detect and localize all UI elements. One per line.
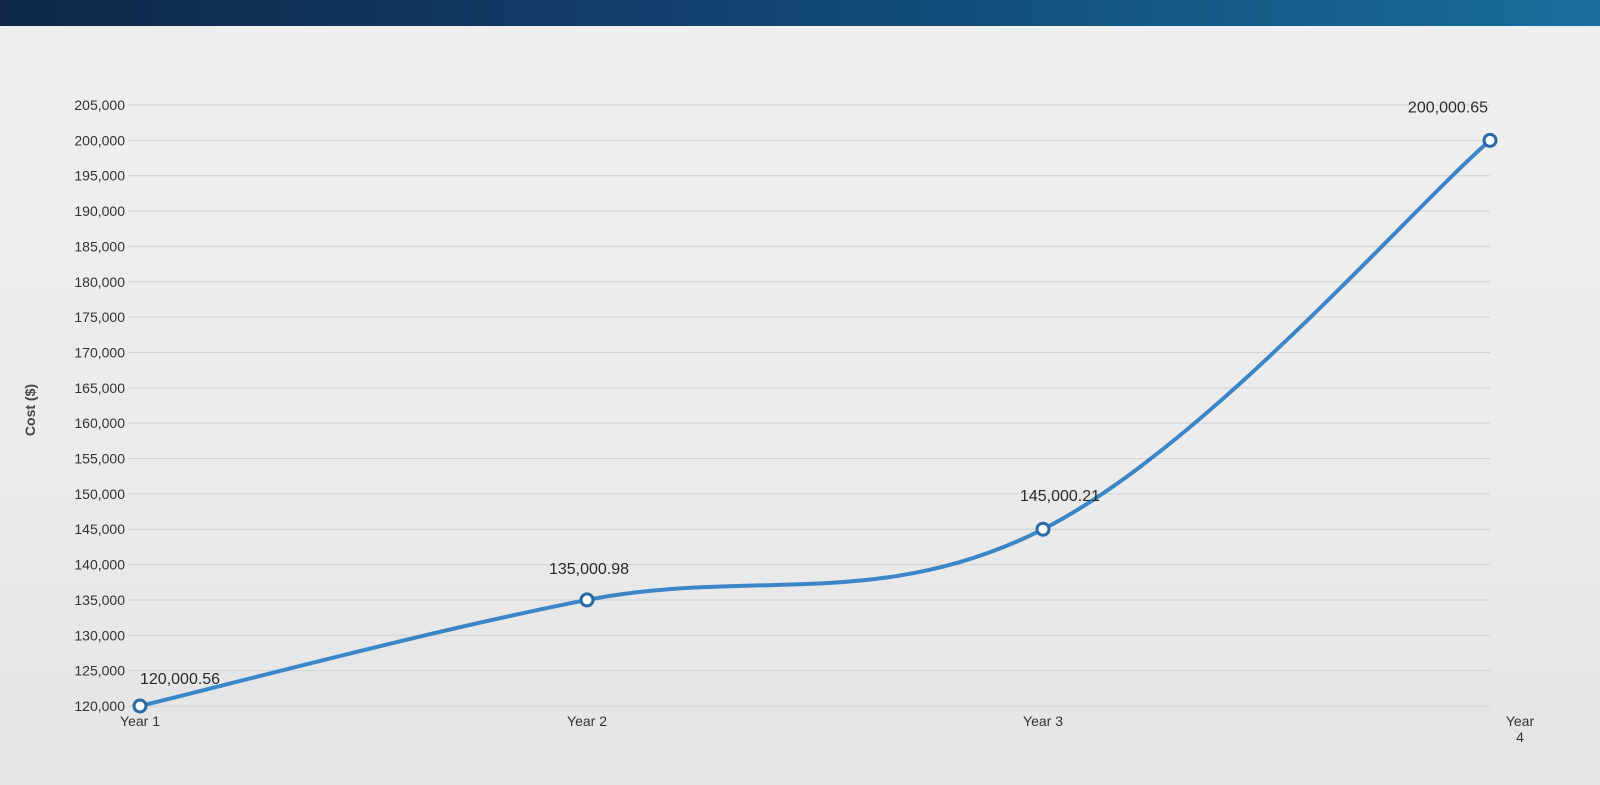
data-point-marker	[1482, 132, 1498, 148]
y-tick-label: 135,000	[74, 592, 125, 608]
grid-lines	[128, 104, 1490, 707]
y-tick-label: 180,000	[74, 274, 125, 290]
y-tick-label: 165,000	[74, 380, 125, 396]
data-point-marker	[579, 592, 595, 608]
y-tick-label: 175,000	[74, 309, 125, 325]
data-point-marker	[1035, 521, 1051, 537]
y-axis-label: Cost ($)	[22, 384, 38, 436]
y-tick-label: 140,000	[74, 557, 125, 573]
y-tick-label: 205,000	[74, 97, 125, 113]
data-label: 120,000.56	[140, 671, 220, 688]
y-tick-label: 145,000	[74, 521, 125, 537]
x-tick-label: Year 2	[567, 713, 607, 729]
x-axis-ticks: Year 1 Year 2 Year 3 Year 4	[120, 713, 1534, 745]
x-tick-label: Year 3	[1023, 713, 1063, 729]
y-tick-label: 200,000	[74, 132, 125, 148]
line-chart: 205,000 200,000 195,000 190,000 185,000 180,0…	[22, 97, 1534, 745]
y-axis-ticks: 205,000 200,000 195,000 190,000 185,000 180,0…	[74, 97, 125, 714]
y-tick-label: 120,000	[74, 698, 125, 714]
y-tick-label: 160,000	[74, 415, 125, 431]
y-tick-label: 125,000	[74, 663, 125, 679]
y-tick-label: 190,000	[74, 203, 125, 219]
y-tick-label: 150,000	[74, 486, 125, 502]
data-label: 145,000.21	[1020, 488, 1100, 505]
data-point-marker	[132, 698, 148, 714]
y-tick-label: 130,000	[74, 627, 125, 643]
y-tick-label: 185,000	[74, 238, 125, 254]
data-label: 135,000.98	[549, 561, 629, 578]
x-tick-label: Year 1	[120, 713, 160, 729]
y-tick-label: 170,000	[74, 344, 125, 360]
data-label: 200,000.65	[1408, 99, 1488, 116]
y-tick-label: 155,000	[74, 451, 125, 467]
x-tick-label: Year 4	[1506, 713, 1535, 745]
y-tick-label: 195,000	[74, 168, 125, 184]
